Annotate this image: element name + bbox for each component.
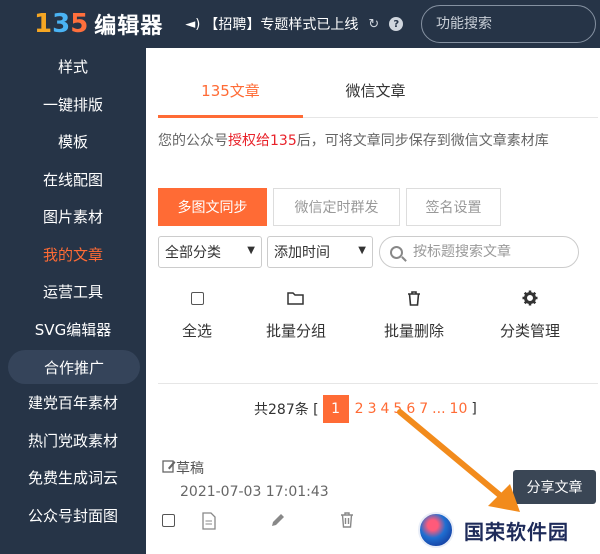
logo[interactable]: 135 编辑器 — [34, 8, 163, 40]
feature-search-input[interactable] — [436, 16, 586, 32]
watermark-text: 国荣软件园 — [464, 519, 569, 544]
trash-icon[interactable] — [340, 512, 354, 532]
sidebar-item-cover-image[interactable]: 公众号封面图 — [0, 497, 146, 535]
page-link[interactable]: 4 — [380, 401, 389, 417]
pencil-icon[interactable] — [270, 512, 286, 532]
batch-actions: 全选 批量分组 批量删除 分类管理 — [158, 288, 588, 348]
sidebar-item-party-centenary[interactable]: 建党百年素材 — [0, 384, 146, 422]
sidebar-item-templates[interactable]: 模板 — [0, 123, 146, 161]
category-manage-action[interactable]: 分类管理 — [500, 288, 560, 341]
pager-close-bracket: ] — [471, 401, 477, 417]
pagination: 共287条 [ 1 2 3 4 5 6 7 ... 10 ] — [254, 395, 477, 423]
sidebar-item-my-articles[interactable]: 我的文章 — [0, 236, 146, 274]
trash-icon — [407, 288, 421, 308]
checkbox-icon[interactable] — [190, 288, 204, 308]
wechat-timer-button[interactable]: 微信定时群发 — [273, 188, 400, 226]
document-icon[interactable] — [202, 512, 216, 534]
select-all-action[interactable]: 全选 — [182, 288, 212, 341]
feature-search[interactable] — [421, 5, 596, 43]
article-status-text: 草稿 — [176, 461, 204, 477]
batch-group-label: 批量分组 — [266, 322, 327, 340]
page-link[interactable]: 3 — [368, 401, 377, 417]
divider — [158, 383, 598, 384]
article-search[interactable] — [379, 236, 579, 268]
sidebar-item-auto-layout[interactable]: 一键排版 — [0, 86, 146, 124]
sort-select-value: 添加时间 — [274, 245, 330, 261]
announcement-text[interactable]: 【招聘】专题样式已上线 — [204, 14, 358, 34]
signature-settings-button[interactable]: 签名设置 — [406, 188, 501, 226]
sidebar-item-styles[interactable]: 样式 — [0, 48, 146, 86]
article-status: 草稿 — [162, 458, 204, 478]
page-link[interactable]: 5 — [393, 401, 402, 417]
page-ellipsis: ... — [432, 401, 446, 417]
logo-mark: 135 — [34, 11, 88, 37]
share-article-button[interactable]: 分享文章 — [513, 470, 596, 504]
search-icon — [390, 245, 403, 259]
total-count: 共287条 [ — [254, 402, 319, 418]
watermark: 国荣软件园 — [418, 512, 569, 548]
article-time: 2021-07-03 17:01:43 — [180, 484, 329, 500]
page-current[interactable]: 1 — [322, 395, 349, 423]
chevron-down-icon: ▼ — [358, 245, 366, 256]
batch-delete-label: 批量删除 — [384, 322, 445, 340]
sidebar-item-word-cloud[interactable]: 免费生成词云 — [0, 459, 146, 497]
batch-group-action[interactable]: 批量分组 — [266, 288, 326, 341]
main-panel: 135文章 微信文章 您的公众号授权给135后，可将文章同步保存到微信文章素材库… — [146, 48, 600, 554]
sidebar-item-online-images[interactable]: 在线配图 — [0, 161, 146, 199]
sidebar-item-svg-editor[interactable]: SVG编辑器 — [0, 311, 146, 349]
tab-wechat-articles[interactable]: 微信文章 — [303, 68, 448, 117]
notice-text-after: 后，可将文章同步保存到微信文章素材库 — [296, 133, 549, 149]
category-select[interactable]: 全部分类 ▼ — [158, 236, 262, 268]
sidebar: 样式 一键排版 模板 在线配图 图片素材 我的文章 运营工具 SVG编辑器 合作… — [0, 48, 146, 554]
sidebar-item-party-materials[interactable]: 热门党政素材 — [0, 422, 146, 460]
sidebar-item-ops-tools[interactable]: 运营工具 — [0, 273, 146, 311]
notice-text-before: 您的公众号 — [158, 133, 228, 149]
article-checkbox[interactable] — [162, 514, 175, 531]
sidebar-item-image-assets[interactable]: 图片素材 — [0, 198, 146, 236]
article-tabs: 135文章 微信文章 — [158, 68, 598, 118]
refresh-icon[interactable]: ↻ — [368, 17, 379, 32]
category-manage-label: 分类管理 — [500, 322, 561, 340]
edit-icon — [162, 459, 176, 477]
page-link[interactable]: 7 — [419, 401, 428, 417]
article-search-input[interactable] — [413, 244, 563, 260]
category-select-value: 全部分类 — [165, 245, 221, 261]
announcement[interactable]: ◄) 【招聘】专题样式已上线 ↻ ? — [185, 14, 404, 34]
sort-select[interactable]: 添加时间 ▼ — [267, 236, 373, 268]
gear-icon — [522, 288, 538, 308]
page-link[interactable]: 2 — [355, 401, 364, 417]
page-link[interactable]: 6 — [406, 401, 415, 417]
logo-digit: 3 — [52, 9, 71, 39]
chevron-down-icon: ▼ — [247, 245, 255, 256]
multi-sync-button[interactable]: 多图文同步 — [158, 188, 267, 226]
globe-icon — [418, 512, 454, 548]
batch-delete-action[interactable]: 批量删除 — [384, 288, 444, 341]
speaker-icon: ◄) — [185, 16, 201, 32]
top-header: 135 编辑器 ◄) 【招聘】专题样式已上线 ↻ ? — [0, 0, 600, 48]
tab-135-articles[interactable]: 135文章 — [158, 68, 303, 118]
page-link-last[interactable]: 10 — [450, 401, 468, 417]
logo-text: 编辑器 — [94, 14, 164, 39]
select-all-label: 全选 — [182, 322, 213, 340]
logo-digit: 1 — [34, 9, 53, 39]
sidebar-item-partner-promo[interactable]: 合作推广 — [8, 350, 140, 384]
logo-digit: 5 — [70, 9, 89, 39]
help-icon[interactable]: ? — [389, 17, 404, 31]
authorize-link[interactable]: 授权给135 — [228, 133, 297, 149]
sync-notice: 您的公众号授权给135后，可将文章同步保存到微信文章素材库 — [158, 130, 588, 153]
folder-icon — [287, 288, 305, 308]
